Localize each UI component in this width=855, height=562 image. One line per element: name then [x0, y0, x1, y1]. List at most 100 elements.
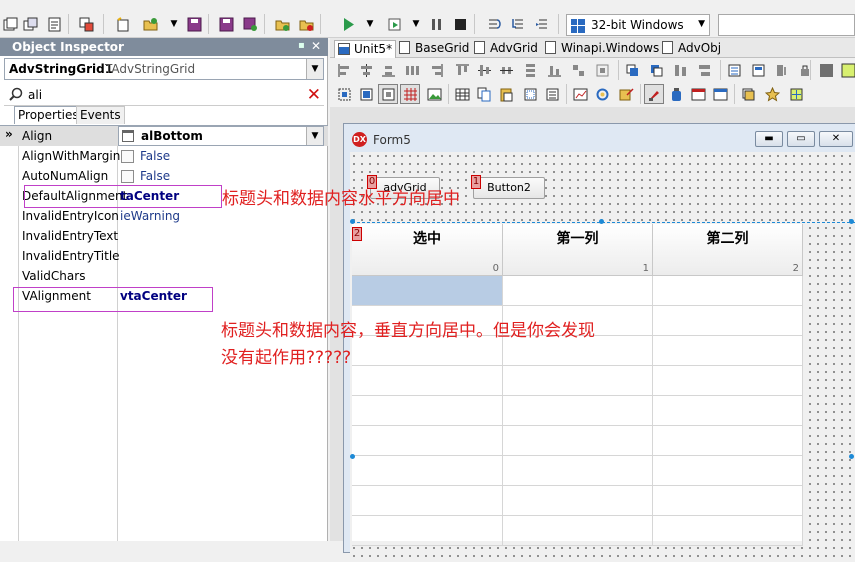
- grid-cell[interactable]: [352, 426, 503, 456]
- space-horizontally-icon[interactable]: [402, 60, 422, 80]
- grid-cell[interactable]: [503, 276, 653, 306]
- components-icon[interactable]: [520, 84, 540, 104]
- chevron-down-icon[interactable]: ▼: [306, 59, 323, 79]
- make-same-height-icon[interactable]: [694, 60, 714, 80]
- grid-cell[interactable]: [653, 486, 803, 516]
- minimize-button[interactable]: ▬: [755, 131, 783, 147]
- selection-handle[interactable]: [849, 454, 854, 459]
- send-to-back-icon[interactable]: [646, 60, 666, 80]
- grid-cell[interactable]: [653, 336, 803, 366]
- grid-cell[interactable]: [503, 486, 653, 516]
- grid-header-cell[interactable]: 第一列 1: [503, 224, 653, 276]
- property-search[interactable]: ali ✕: [4, 84, 324, 106]
- checkbox[interactable]: [121, 150, 134, 163]
- align-value-combo[interactable]: alBottom ▼: [118, 126, 324, 146]
- step-over-icon[interactable]: [484, 14, 504, 34]
- maximize-button[interactable]: ▭: [787, 131, 815, 147]
- window-icon[interactable]: [710, 84, 730, 104]
- palette-icon[interactable]: [838, 60, 855, 80]
- brush-icon[interactable]: [644, 84, 664, 104]
- align-middles-icon[interactable]: [474, 60, 494, 80]
- select-component-icon[interactable]: [334, 84, 354, 104]
- property-row-align[interactable]: » Align alBottom ▼: [0, 126, 328, 146]
- grid-cell[interactable]: [653, 276, 803, 306]
- paste-icon[interactable]: [496, 84, 516, 104]
- grid-cell[interactable]: [352, 276, 503, 306]
- add-file-icon[interactable]: [272, 14, 292, 34]
- bring-to-front-icon[interactable]: [622, 60, 642, 80]
- grid-toggle-icon[interactable]: [816, 60, 836, 80]
- property-row-invalidentrytext[interactable]: InvalidEntryText: [0, 226, 328, 246]
- grid-header-cell[interactable]: 第二列 2: [653, 224, 803, 276]
- project-manager-icon[interactable]: [76, 14, 96, 34]
- lock-controls-icon[interactable]: [796, 60, 816, 80]
- grid-cell[interactable]: [653, 456, 803, 486]
- grid-cell[interactable]: [503, 366, 653, 396]
- property-row-validchars[interactable]: ValidChars: [0, 266, 328, 286]
- search-input[interactable]: ali: [28, 88, 42, 102]
- property-row-invalidentryicon[interactable]: InvalidEntryIcon ieWarning: [0, 206, 328, 226]
- chart-icon[interactable]: [570, 84, 590, 104]
- align-bottoms-icon[interactable]: [544, 60, 564, 80]
- component-list-icon[interactable]: [542, 84, 562, 104]
- grid-cell[interactable]: [503, 396, 653, 426]
- adv-string-grid[interactable]: 选中 0 第一列 1 第二列 2: [352, 224, 803, 546]
- stop-icon[interactable]: [450, 14, 470, 34]
- grid-cell[interactable]: [653, 516, 803, 546]
- make-same-width-icon[interactable]: [670, 60, 690, 80]
- trace-into-icon[interactable]: [508, 14, 528, 34]
- grid-cell[interactable]: [653, 306, 803, 336]
- run-without-debug-icon[interactable]: [384, 14, 404, 34]
- clear-search-icon[interactable]: ✕: [307, 85, 321, 105]
- align-to-grid-icon[interactable]: [568, 60, 588, 80]
- component-selector[interactable]: AdvStringGrid1 TAdvStringGrid ▼: [4, 58, 324, 80]
- stack-icon[interactable]: [738, 84, 758, 104]
- show-grid-icon[interactable]: [400, 84, 420, 104]
- grid-cell[interactable]: [352, 456, 503, 486]
- button2[interactable]: Button2: [473, 177, 545, 199]
- align-left-edges-icon[interactable]: [334, 60, 354, 80]
- run-dropdown-icon[interactable]: ▼: [360, 14, 380, 34]
- size-to-grid-icon[interactable]: [592, 60, 612, 80]
- copy-icon[interactable]: [474, 84, 494, 104]
- remove-file-icon[interactable]: [296, 14, 316, 34]
- form-preview-icon[interactable]: [688, 84, 708, 104]
- center-horizontally-icon[interactable]: [378, 60, 398, 80]
- select-parent-icon[interactable]: [356, 84, 376, 104]
- pin-icon[interactable]: ▪: [298, 40, 305, 51]
- revert-icon[interactable]: [240, 14, 260, 34]
- new-item-icon[interactable]: [112, 14, 132, 34]
- center-vertically-icon[interactable]: [496, 60, 516, 80]
- editor-tab-unit5[interactable]: Unit5*: [334, 40, 396, 58]
- grid-cell[interactable]: [503, 516, 653, 546]
- image-icon[interactable]: [424, 84, 444, 104]
- grid-cell[interactable]: [352, 396, 503, 426]
- save-project-icon[interactable]: [216, 14, 236, 34]
- grid-cell[interactable]: [503, 456, 653, 486]
- windows-icon[interactable]: [20, 14, 40, 34]
- tab-properties[interactable]: Properties: [14, 106, 83, 124]
- run-to-cursor-icon[interactable]: [532, 14, 552, 34]
- creation-order-icon[interactable]: [748, 60, 768, 80]
- flip-icon[interactable]: [772, 60, 792, 80]
- tab-events[interactable]: Events: [76, 106, 125, 124]
- grid-header-cell[interactable]: 选中 0: [352, 224, 503, 276]
- guidelines-icon[interactable]: [378, 84, 398, 104]
- chevron-down-icon[interactable]: ▼: [306, 127, 323, 145]
- close-icon[interactable]: ✕: [311, 39, 321, 53]
- property-row-invalidentrytitle[interactable]: InvalidEntryTitle: [0, 246, 328, 266]
- empty-combo[interactable]: [718, 14, 855, 36]
- selection-handle[interactable]: [350, 454, 355, 459]
- star-icon[interactable]: [762, 84, 782, 104]
- sparkle-icon[interactable]: [786, 84, 806, 104]
- close-button[interactable]: ✕: [819, 131, 853, 147]
- grid-cell[interactable]: [653, 366, 803, 396]
- tab-order-icon[interactable]: [724, 60, 744, 80]
- open-dropdown-icon[interactable]: ▼: [164, 14, 184, 34]
- align-right-edges-icon[interactable]: [426, 60, 446, 80]
- grid-cell[interactable]: [503, 426, 653, 456]
- save-all-icon[interactable]: [0, 14, 20, 34]
- property-row-autonumalign[interactable]: AutoNumAlign False: [0, 166, 328, 186]
- platform-select[interactable]: 32-bit Windows ▼: [566, 14, 710, 36]
- grid-cell[interactable]: [352, 366, 503, 396]
